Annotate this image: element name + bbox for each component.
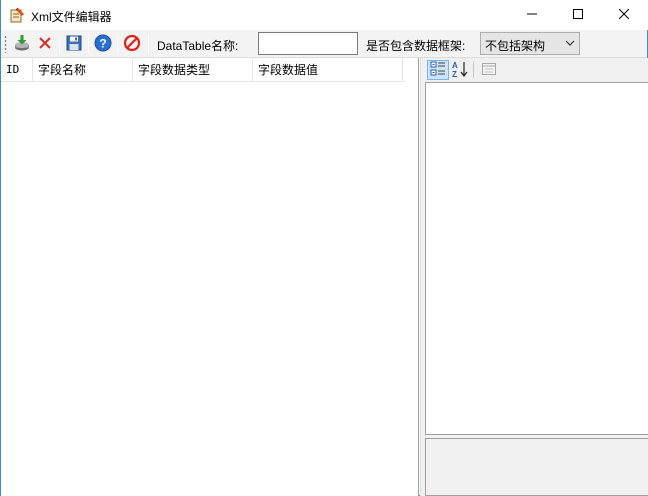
- app-window: Xml文件编辑器 ? DataTable名称: 是否包含数据框架: 不包括架构 …: [0, 0, 648, 496]
- close-window-button[interactable]: [601, 0, 647, 30]
- help-button[interactable]: ?: [92, 33, 114, 55]
- toolbar-separator: [59, 35, 60, 53]
- column-header-field-type[interactable]: 字段数据类型: [133, 58, 253, 82]
- schema-select-value: 不包括架构: [485, 39, 546, 53]
- field-grid[interactable]: ID 字段名称 字段数据类型 字段数据值: [1, 58, 419, 496]
- schema-label: 是否包含数据框架:: [366, 39, 466, 53]
- column-header-id[interactable]: ID: [1, 58, 33, 82]
- save-button[interactable]: [63, 33, 85, 55]
- grid-header: ID 字段名称 字段数据类型 字段数据值: [1, 58, 405, 82]
- alphabetical-button[interactable]: A Z: [449, 60, 471, 80]
- property-grid-area[interactable]: [425, 82, 648, 435]
- svg-text:Z: Z: [452, 70, 457, 78]
- toolbar-grip[interactable]: [4, 35, 7, 53]
- help-icon: ?: [94, 34, 112, 55]
- property-pages-icon: [481, 61, 497, 80]
- toolbar-separator: [117, 35, 118, 53]
- property-grid-toolbar: A Z: [421, 58, 648, 82]
- close-icon: [618, 8, 630, 22]
- minimize-icon: [527, 8, 537, 22]
- schema-select[interactable]: 不包括架构: [480, 32, 580, 55]
- stop-button[interactable]: [121, 33, 143, 55]
- maximize-icon: [573, 8, 583, 22]
- property-toolbar-separator: [473, 62, 474, 78]
- main-toolbar: ? DataTable名称: 是否包含数据框架: 不包括架构: [1, 30, 647, 58]
- delete-button[interactable]: [34, 33, 56, 55]
- column-header-field-value[interactable]: 字段数据值: [253, 58, 403, 82]
- delete-x-icon: [38, 36, 52, 53]
- chevron-down-icon: [565, 37, 575, 51]
- import-button[interactable]: [11, 33, 33, 55]
- datatable-name-input[interactable]: [258, 32, 358, 55]
- property-grid: A Z: [420, 58, 648, 496]
- datatable-name-label: DataTable名称:: [157, 39, 239, 53]
- property-help-area: [425, 438, 648, 496]
- download-icon: [13, 34, 31, 55]
- categorized-button[interactable]: [427, 60, 449, 80]
- minimize-button[interactable]: [509, 0, 555, 30]
- title-bar[interactable]: Xml文件编辑器: [1, 0, 648, 30]
- svg-text:?: ?: [99, 36, 106, 50]
- xml-editor-icon: [9, 7, 25, 23]
- save-icon: [66, 35, 82, 54]
- sort-az-icon: A Z: [451, 60, 469, 81]
- categorized-icon: [430, 61, 446, 80]
- toolbar-separator: [148, 35, 149, 53]
- column-header-field-name[interactable]: 字段名称: [33, 58, 133, 82]
- maximize-button[interactable]: [555, 0, 601, 30]
- window-title: Xml文件编辑器: [31, 10, 112, 24]
- svg-text:A: A: [452, 61, 458, 70]
- property-pages-button[interactable]: [478, 60, 500, 80]
- toolbar-separator: [88, 35, 89, 53]
- stop-icon: [123, 34, 141, 55]
